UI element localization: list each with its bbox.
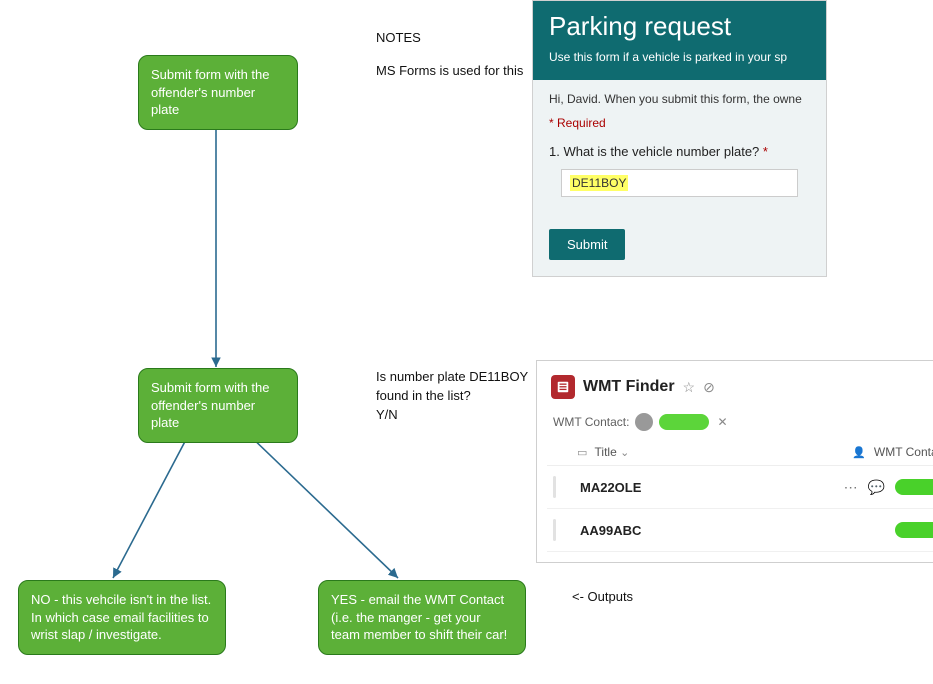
sharepoint-card: WMT Finder ☆ ⊘ WMT Contact: ✕ ▭ Title ⌄ … [536, 360, 933, 563]
row-handle-icon [553, 476, 556, 498]
contact-value-redacted [895, 522, 933, 538]
sharepoint-columns: ▭ Title ⌄ 👤 WMT Contact [547, 441, 933, 466]
text-column-icon: ▭ [577, 447, 587, 459]
submit-button[interactable]: Submit [549, 229, 625, 260]
column-title-label: Title [595, 445, 617, 459]
list-item[interactable]: AA99ABC [547, 509, 933, 552]
flow-step-2-text: Submit form with the offender's number p… [151, 380, 270, 430]
column-contact-label: WMT Contact [874, 445, 933, 459]
more-actions-icon[interactable]: ⋯ [844, 479, 858, 496]
sharepoint-title: WMT Finder [583, 378, 675, 396]
row-title: MA22OLE [580, 480, 641, 495]
filter-remove-icon[interactable]: ✕ [717, 415, 727, 429]
sharepoint-filter-row: WMT Contact: ✕ [553, 413, 933, 431]
status-check-icon: ⊘ [703, 379, 715, 396]
flow-branch-no-text: NO - this vehcile isn't in the list. In … [31, 592, 211, 642]
list-item[interactable]: MA22OLE ⋯ 💬 [547, 466, 933, 509]
flow-branch-yes: YES - email the WMT Contact (i.e. the ma… [318, 580, 526, 655]
msforms-title: Parking request [549, 11, 810, 42]
msforms-answer-value: DE11BOY [570, 175, 628, 191]
msforms-question-1-text: 1. What is the vehicle number plate? [549, 144, 763, 159]
row-handle-icon [553, 519, 556, 541]
msforms-footer: Submit [533, 213, 826, 276]
favorite-star-icon[interactable]: ☆ [683, 379, 696, 396]
notes-heading: NOTES [376, 30, 421, 45]
notes-line-msforms: MS Forms is used for this [376, 62, 523, 81]
notes-outputs: <- Outputs [572, 588, 633, 607]
filter-chip[interactable] [659, 414, 709, 430]
contact-value-redacted [895, 479, 933, 495]
msforms-greeting: Hi, David. When you submit this form, th… [549, 92, 810, 106]
flow-branch-no: NO - this vehcile isn't in the list. In … [18, 580, 226, 655]
notes-check-question: Is number plate DE11BOY found in the lis… [376, 368, 546, 425]
flow-step-2: Submit form with the offender's number p… [138, 368, 298, 443]
person-icon: 👤 [852, 446, 866, 459]
comment-icon[interactable]: 💬 [868, 479, 885, 496]
filter-label: WMT Contact: [553, 415, 629, 429]
msforms-answer-input[interactable]: DE11BOY [561, 169, 798, 197]
msforms-card: Parking request Use this form if a vehic… [532, 0, 827, 277]
avatar [635, 413, 653, 431]
required-asterisk-icon: * [763, 144, 768, 159]
flow-step-1: Submit form with the offender's number p… [138, 55, 298, 130]
msforms-required-label: * Required [549, 116, 810, 130]
sharepoint-header: WMT Finder ☆ ⊘ [547, 369, 933, 409]
row-title: AA99ABC [580, 523, 641, 538]
msforms-body: Hi, David. When you submit this form, th… [533, 80, 826, 213]
flow-branch-yes-text: YES - email the WMT Contact (i.e. the ma… [331, 592, 507, 642]
list-icon [551, 375, 575, 399]
notes-check-yn: Y/N [376, 407, 398, 422]
msforms-question-1: 1. What is the vehicle number plate? * [549, 144, 810, 159]
column-contact[interactable]: 👤 WMT Contact [852, 445, 933, 459]
chevron-down-icon: ⌄ [620, 447, 629, 459]
msforms-subtitle: Use this form if a vehicle is parked in … [549, 50, 810, 64]
flow-step-1-text: Submit form with the offender's number p… [151, 67, 270, 117]
notes-check-question-text: Is number plate DE11BOY found in the lis… [376, 369, 528, 403]
msforms-header: Parking request Use this form if a vehic… [533, 1, 826, 80]
column-title[interactable]: ▭ Title ⌄ [577, 445, 633, 459]
